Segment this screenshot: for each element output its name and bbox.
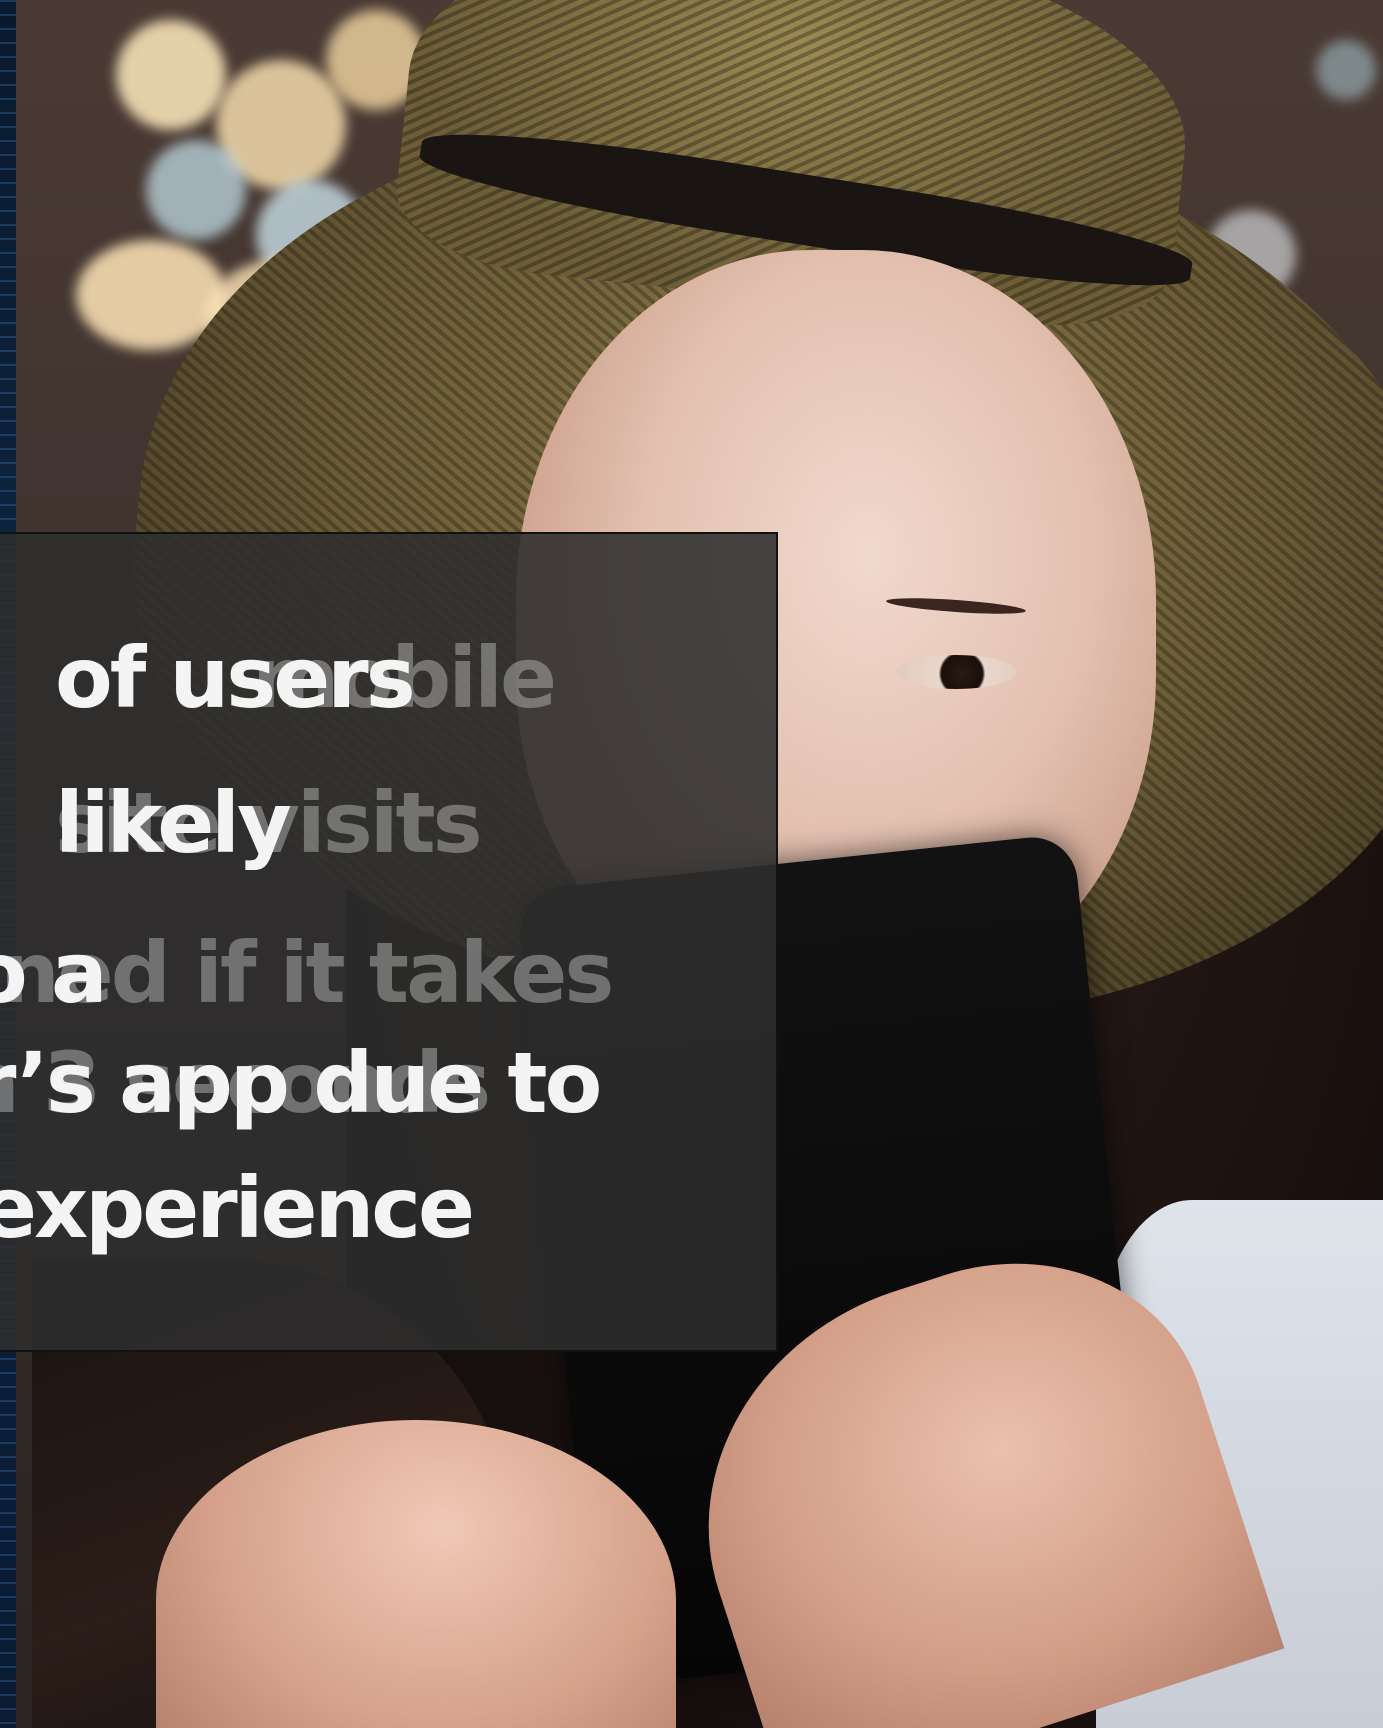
bokeh-light <box>116 20 226 130</box>
photo-slide: mobile site visits ned if it takes n 3 s… <box>0 0 1383 1728</box>
headline-line: experience <box>0 1159 475 1257</box>
bokeh-light <box>1316 40 1376 100</box>
headline-line: of users <box>55 629 416 727</box>
text-overlay-box: mobile site visits ned if it takes n 3 s… <box>0 532 778 1352</box>
headline-line: r’s app due to <box>0 1034 602 1132</box>
headline-line: o a <box>0 924 108 1022</box>
eye <box>896 655 1016 689</box>
headline-line: likely <box>55 774 292 872</box>
bokeh-light <box>146 140 246 240</box>
